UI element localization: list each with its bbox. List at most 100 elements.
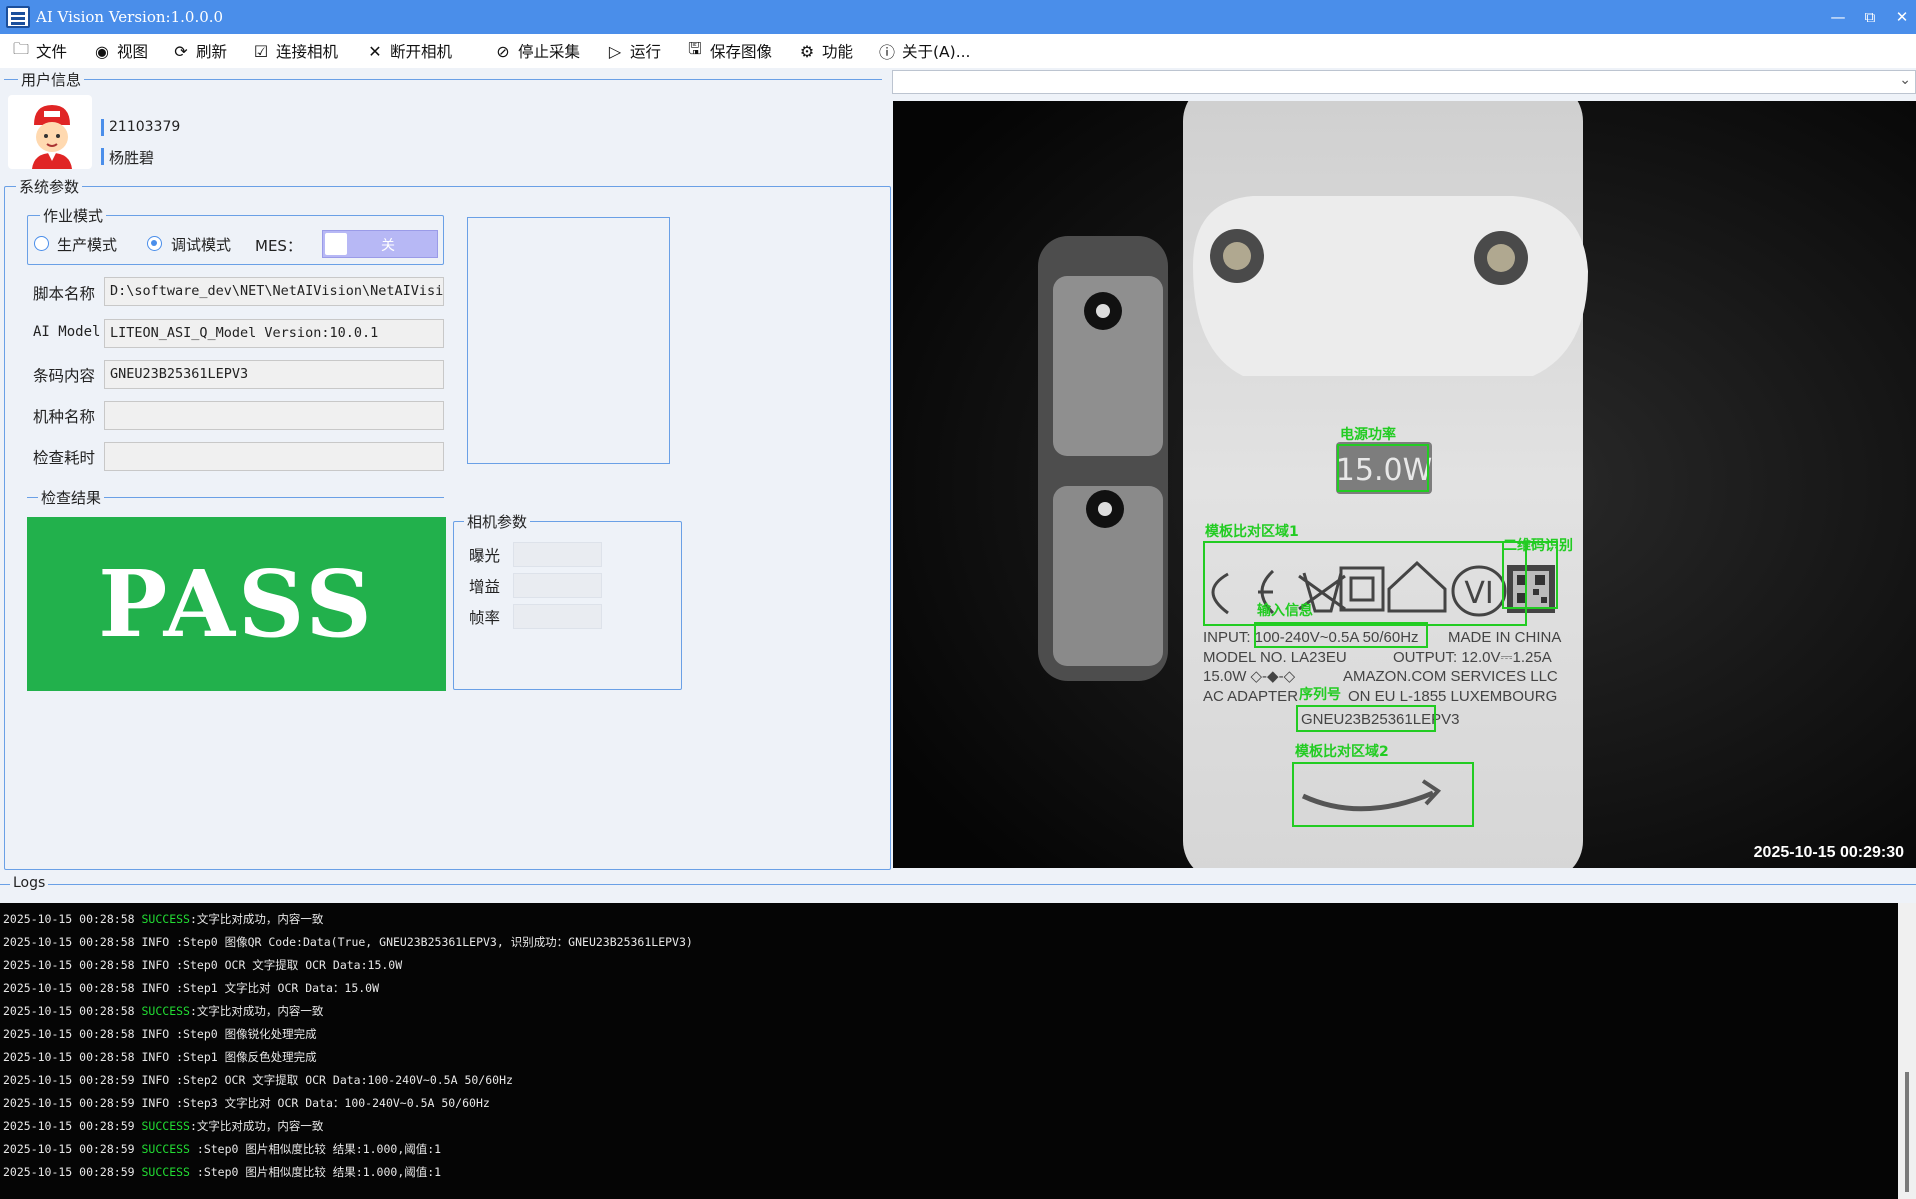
menu-view[interactable]: ◉ 视图 xyxy=(93,40,148,62)
camera-timestamp: 2025-10-15 00:29:30 xyxy=(1754,844,1904,861)
log-timestamp: 2025-10-15 00:28:58 xyxy=(3,1050,135,1064)
camera-image: 15.0W VI INPUT: 100-240V~0.5A 50/60Hz MA… xyxy=(893,101,1916,868)
log-line: 2025-10-15 00:28:58 INFO :Step0 图像锐化处理完成 xyxy=(3,1026,317,1042)
menu-functions[interactable]: ⚙ 功能 xyxy=(798,40,853,62)
save-icon: 🖫 xyxy=(688,38,702,58)
log-line: 2025-10-15 00:28:58 INFO :Step0 图像QR Cod… xyxy=(3,934,693,950)
roi-label-qr: 二维码识别 xyxy=(1503,537,1573,554)
log-timestamp: 2025-10-15 00:28:59 xyxy=(3,1119,135,1133)
inspection-time-label: 检查耗时 xyxy=(33,449,96,467)
app-logo-icon xyxy=(6,6,30,28)
log-timestamp: 2025-10-15 00:28:59 xyxy=(3,1142,135,1156)
log-scrollbar-thumb[interactable] xyxy=(1905,1072,1909,1192)
log-timestamp: 2025-10-15 00:28:59 xyxy=(3,1096,135,1110)
svg-text:VI: VI xyxy=(1464,576,1493,611)
gear-icon: ⚙ xyxy=(799,41,815,61)
made-in-text: MADE IN CHINA xyxy=(1448,629,1561,646)
menu-stop-capture[interactable]: ⊘ 停止采集 xyxy=(494,40,580,62)
model-name-field[interactable] xyxy=(104,401,444,430)
menu-save-image[interactable]: 🖫 保存图像 xyxy=(686,38,772,62)
log-level: INFO xyxy=(141,981,170,995)
info-icon: ⓘ xyxy=(878,43,895,62)
user-id-marker xyxy=(101,119,104,136)
mes-toggle-label: 关 xyxy=(381,238,395,254)
stop-icon: ⊘ xyxy=(496,41,510,61)
log-level: SUCCESS xyxy=(141,912,190,926)
exposure-field[interactable] xyxy=(513,542,602,567)
model-name-label: 机种名称 xyxy=(33,408,96,426)
log-timestamp: 2025-10-15 00:28:58 xyxy=(3,935,135,949)
log-level: INFO xyxy=(141,935,170,949)
user-name: 杨胜碧 xyxy=(109,149,155,167)
log-message: :Step0 OCR 文字提取 OCR Data:15.0W xyxy=(169,958,403,972)
gain-field[interactable] xyxy=(513,573,602,598)
production-mode-radio[interactable] xyxy=(34,236,49,251)
log-level: SUCCESS xyxy=(141,1119,190,1133)
log-timestamp: 2025-10-15 00:28:59 xyxy=(3,1165,135,1179)
disconnect-icon: ✕ xyxy=(368,41,382,61)
log-message: :Step1 图像反色处理完成 xyxy=(169,1050,317,1064)
camera-view[interactable]: 15.0W VI INPUT: 100-240V~0.5A 50/60Hz MA… xyxy=(893,101,1916,868)
menu-connect-camera[interactable]: ☑ 连接相机 xyxy=(252,40,338,62)
camera-select[interactable]: ⌄ xyxy=(892,70,1916,94)
result-pass-indicator: PASS xyxy=(27,517,446,691)
mes-label: MES： xyxy=(255,237,302,255)
address-text: ON EU L-1855 LUXEMBOURG xyxy=(1348,688,1557,705)
log-line: 2025-10-15 00:28:58 INFO :Step1 文字比对 OCR… xyxy=(3,980,379,996)
result-heading: 检查结果 xyxy=(38,487,105,508)
minimize-icon[interactable]: — xyxy=(1820,0,1856,34)
inspection-time-field[interactable] xyxy=(104,442,444,471)
log-panel[interactable]: 2025-10-15 00:28:58 SUCCESS:文字比对成功，内容一致 2… xyxy=(0,903,1916,1199)
log-timestamp: 2025-10-15 00:28:58 xyxy=(3,981,135,995)
model-no-text: MODEL NO. LA23EU xyxy=(1203,649,1347,666)
log-level: INFO xyxy=(141,958,170,972)
chevron-down-icon[interactable]: ⌄ xyxy=(1899,72,1911,88)
log-line: 2025-10-15 00:28:59 SUCCESS:文字比对成功，内容一致 xyxy=(3,1118,323,1134)
barcode-field[interactable]: GNEU23B25361LEPV3 xyxy=(104,360,444,389)
menu-refresh[interactable]: ⟳ 刷新 xyxy=(172,40,227,62)
adapter-text: AC ADAPTER xyxy=(1203,688,1298,705)
folder-icon: 🗀 xyxy=(12,38,29,58)
menu-about[interactable]: ⓘ 关于(A)... xyxy=(878,40,971,62)
log-line: 2025-10-15 00:28:59 INFO :Step3 文字比对 OCR… xyxy=(3,1095,490,1111)
log-line: 2025-10-15 00:28:59 INFO :Step2 OCR 文字提取… xyxy=(3,1072,513,1088)
window-title: AI Vision Version:1.0.0.0 xyxy=(36,8,224,26)
user-info-heading: 用户信息 xyxy=(18,69,85,90)
menu-file[interactable]: 🗀 文件 xyxy=(12,38,67,62)
restore-icon[interactable]: ⧉ xyxy=(1852,0,1888,34)
log-timestamp: 2025-10-15 00:28:58 xyxy=(3,1027,135,1041)
power-label-text: 15.0W xyxy=(1336,453,1432,488)
close-icon[interactable]: ✕ xyxy=(1884,0,1916,34)
mes-toggle[interactable]: 关 xyxy=(322,230,438,258)
watt-text: 15.0W ◇-◆-◇ xyxy=(1203,668,1296,685)
log-message: :Step0 图片相似度比较 结果:1.000,阈值:1 xyxy=(189,1142,442,1156)
refresh-icon: ⟳ xyxy=(174,41,188,61)
user-name-marker xyxy=(101,148,104,165)
ai-model-field[interactable]: LITEON_ASI_Q_Model Version:10.0.1 xyxy=(104,319,444,348)
log-message: :Step0 图像锐化处理完成 xyxy=(169,1027,317,1041)
checkbox-icon: ☑ xyxy=(253,41,269,61)
log-line: 2025-10-15 00:28:58 INFO :Step0 OCR 文字提取… xyxy=(3,957,402,973)
amazon-text: AMAZON.COM SERVICES LLC xyxy=(1343,668,1558,685)
log-level: INFO xyxy=(141,1096,170,1110)
avatar xyxy=(8,95,92,169)
camera-params-heading: 相机参数 xyxy=(464,511,531,532)
debug-mode-radio[interactable] xyxy=(147,236,162,251)
log-line: 2025-10-15 00:28:59 SUCCESS :Step0 图片相似度… xyxy=(3,1141,441,1157)
output-text: OUTPUT: 12.0V⎓1.25A xyxy=(1393,649,1552,666)
log-message: :Step3 文字比对 OCR Data：100-240V~0.5A 50/60… xyxy=(169,1096,490,1110)
user-info-divider xyxy=(4,79,882,80)
log-message: :文字比对成功，内容一致 xyxy=(189,912,324,926)
log-timestamp: 2025-10-15 00:28:58 xyxy=(3,1004,135,1018)
logs-divider xyxy=(0,884,1916,885)
menu-disconnect-camera[interactable]: ✕ 断开相机 xyxy=(366,40,452,62)
log-message: :Step0 图片相似度比较 结果:1.000,阈值:1 xyxy=(189,1165,442,1179)
fps-field[interactable] xyxy=(513,604,602,629)
mes-toggle-knob xyxy=(325,233,347,255)
eye-icon: ◉ xyxy=(95,41,109,61)
roi-label-serial: 序列号 xyxy=(1299,686,1341,703)
fps-label: 帧率 xyxy=(469,609,501,627)
menu-run[interactable]: ▷ 运行 xyxy=(606,40,661,62)
production-mode-label: 生产模式 xyxy=(57,236,118,254)
script-name-field[interactable]: D:\software_dev\NET\NetAIVision\NetAIVis… xyxy=(104,277,444,306)
